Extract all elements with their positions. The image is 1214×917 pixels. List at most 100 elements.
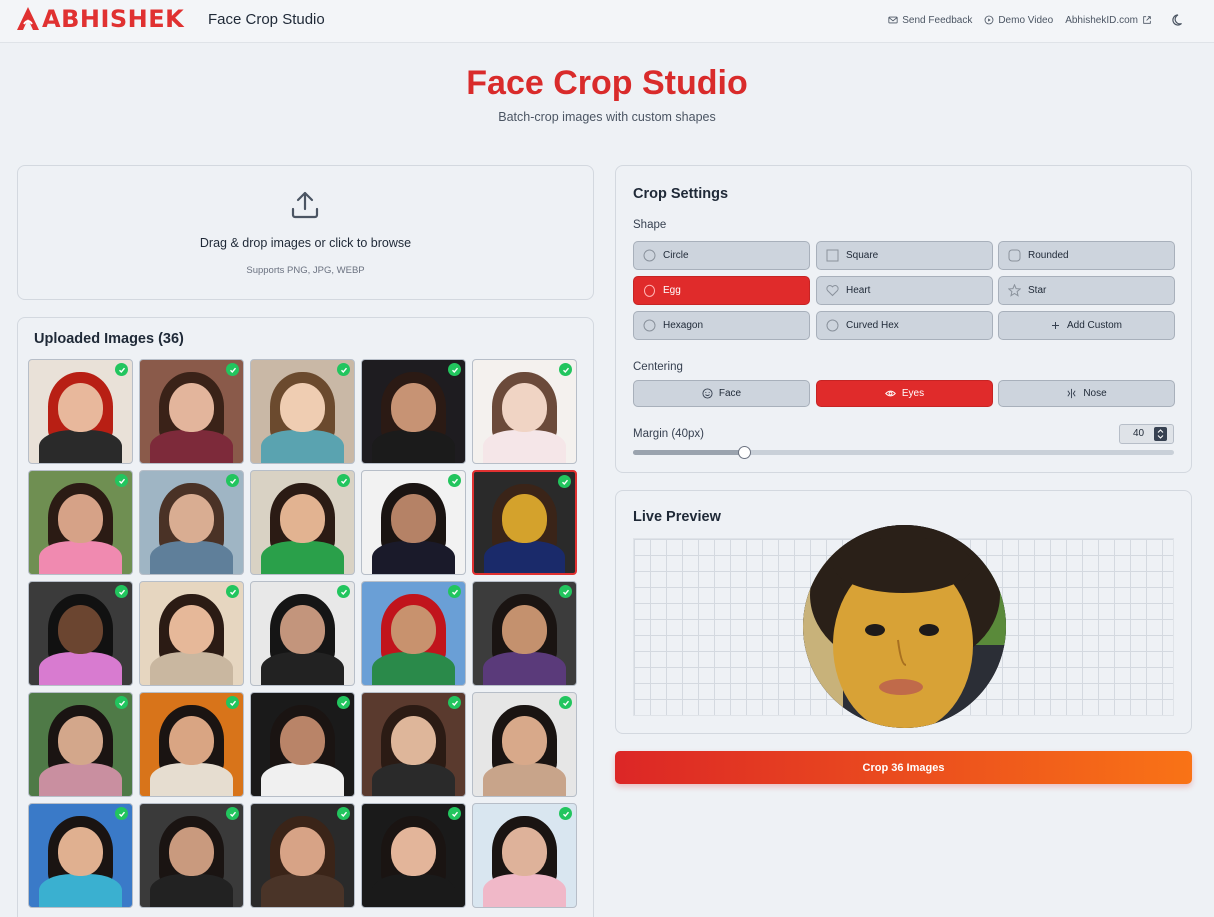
thumb-body [261, 430, 344, 463]
hero-title: Face Crop Studio [466, 64, 748, 102]
checkmark-icon [448, 807, 461, 820]
image-thumbnail[interactable] [28, 692, 133, 797]
margin-slider-thumb[interactable] [738, 446, 751, 459]
thumb-face [279, 382, 326, 433]
shape-hexagon-button[interactable]: Hexagon [633, 311, 810, 340]
center-face-button[interactable]: Face [633, 380, 810, 407]
image-thumbnail[interactable] [28, 803, 133, 908]
image-thumbnail[interactable] [250, 692, 355, 797]
image-thumbnail[interactable] [361, 470, 466, 575]
image-thumbnail[interactable] [361, 692, 466, 797]
shape-star-button[interactable]: Star [998, 276, 1175, 305]
shape-circle-button[interactable]: Circle [633, 241, 810, 270]
site-link[interactable]: AbhishekID.com [1065, 15, 1152, 26]
image-thumbnail[interactable] [361, 803, 466, 908]
checkmark-icon [337, 807, 350, 820]
image-thumbnail[interactable] [28, 581, 133, 686]
image-thumbnail[interactable] [139, 581, 244, 686]
upload-title: Drag & drop images or click to browse [199, 236, 412, 250]
checkmark-icon [448, 696, 461, 709]
site-label: AbhishekID.com [1065, 14, 1138, 26]
center-eyes-button[interactable]: Eyes [816, 380, 993, 407]
smile-icon [702, 388, 713, 399]
stepper-icon[interactable] [1154, 427, 1167, 441]
thumb-face [390, 604, 437, 655]
send-feedback-label: Send Feedback [902, 14, 973, 26]
image-thumbnail[interactable] [250, 581, 355, 686]
checkmark-icon [226, 474, 239, 487]
image-thumbnail[interactable] [472, 803, 577, 908]
thumb-body [483, 430, 566, 463]
send-feedback-link[interactable]: Send Feedback [888, 15, 972, 26]
image-thumbnail[interactable] [472, 470, 577, 575]
checkmark-icon [115, 363, 128, 376]
shape-circle-label: Circle [663, 250, 689, 261]
thumb-body [372, 430, 455, 463]
image-thumbnail[interactable] [361, 581, 466, 686]
image-thumbnail[interactable] [139, 692, 244, 797]
image-thumbnail[interactable] [28, 470, 133, 575]
shape-heart-label: Heart [846, 285, 871, 296]
checkmark-icon [226, 585, 239, 598]
crop-settings-title: Crop Settings [633, 186, 729, 202]
checkmark-icon [559, 696, 572, 709]
checkmark-icon [448, 474, 461, 487]
logo-text: ABHISHEK [42, 5, 185, 33]
hero-subtitle: Batch-crop images with custom shapes [498, 110, 716, 124]
checkmark-icon [448, 585, 461, 598]
nose-icon [1067, 388, 1076, 399]
center-face-label: Face [718, 388, 742, 399]
thumb-face [390, 715, 437, 766]
center-nose-button[interactable]: Nose [998, 380, 1175, 407]
centering-label: Centering [633, 361, 683, 373]
crop-images-button[interactable]: Crop 36 Images [615, 751, 1192, 784]
add-custom-shape-button[interactable]: Add Custom [998, 311, 1175, 340]
shape-heart-button[interactable]: Heart [816, 276, 993, 305]
margin-slider-fill [633, 450, 744, 455]
brand-logo[interactable]: ABHISHEK [16, 6, 184, 32]
upload-icon [291, 191, 319, 219]
thumb-body [372, 652, 455, 685]
thumb-face [502, 494, 547, 543]
circle-icon [643, 249, 656, 262]
thumb-body [150, 430, 233, 463]
image-thumbnail[interactable] [472, 359, 577, 464]
image-thumbnail[interactable] [472, 581, 577, 686]
thumb-body [372, 874, 455, 907]
image-thumbnail[interactable] [139, 359, 244, 464]
shape-egg-button[interactable]: Egg [633, 276, 810, 305]
moon-icon[interactable] [1172, 13, 1186, 27]
shape-curved-hex-button[interactable]: Curved Hex [816, 311, 993, 340]
thumb-body [484, 540, 565, 573]
thumb-body [261, 541, 344, 574]
image-thumbnail[interactable] [250, 359, 355, 464]
checkmark-icon [226, 696, 239, 709]
shape-rounded-button[interactable]: Rounded [998, 241, 1175, 270]
thumb-face [57, 382, 104, 433]
live-preview-title: Live Preview [633, 509, 721, 525]
image-thumbnail[interactable] [250, 470, 355, 575]
checkmark-icon [115, 807, 128, 820]
external-link-icon [1143, 16, 1151, 24]
plus-icon [1051, 322, 1059, 329]
thumb-face [501, 382, 548, 433]
demo-video-link[interactable]: Demo Video [984, 15, 1053, 26]
image-thumbnail[interactable] [28, 359, 133, 464]
center-nose-label: Nose [1083, 388, 1107, 399]
rounded-square-icon [1008, 249, 1021, 262]
thumb-face [501, 826, 548, 877]
heart-icon [826, 285, 839, 297]
upload-dropzone[interactable] [17, 165, 594, 300]
shape-star-label: Star [1028, 285, 1047, 296]
thumb-face [390, 493, 437, 544]
checkmark-icon [115, 474, 128, 487]
image-thumbnail[interactable] [361, 359, 466, 464]
image-thumbnail[interactable] [250, 803, 355, 908]
image-thumbnail[interactable] [472, 692, 577, 797]
thumb-body [261, 874, 344, 907]
image-thumbnail[interactable] [139, 470, 244, 575]
image-thumbnail[interactable] [139, 803, 244, 908]
shape-square-button[interactable]: Square [816, 241, 993, 270]
checkmark-icon [337, 474, 350, 487]
thumb-face [390, 826, 437, 877]
